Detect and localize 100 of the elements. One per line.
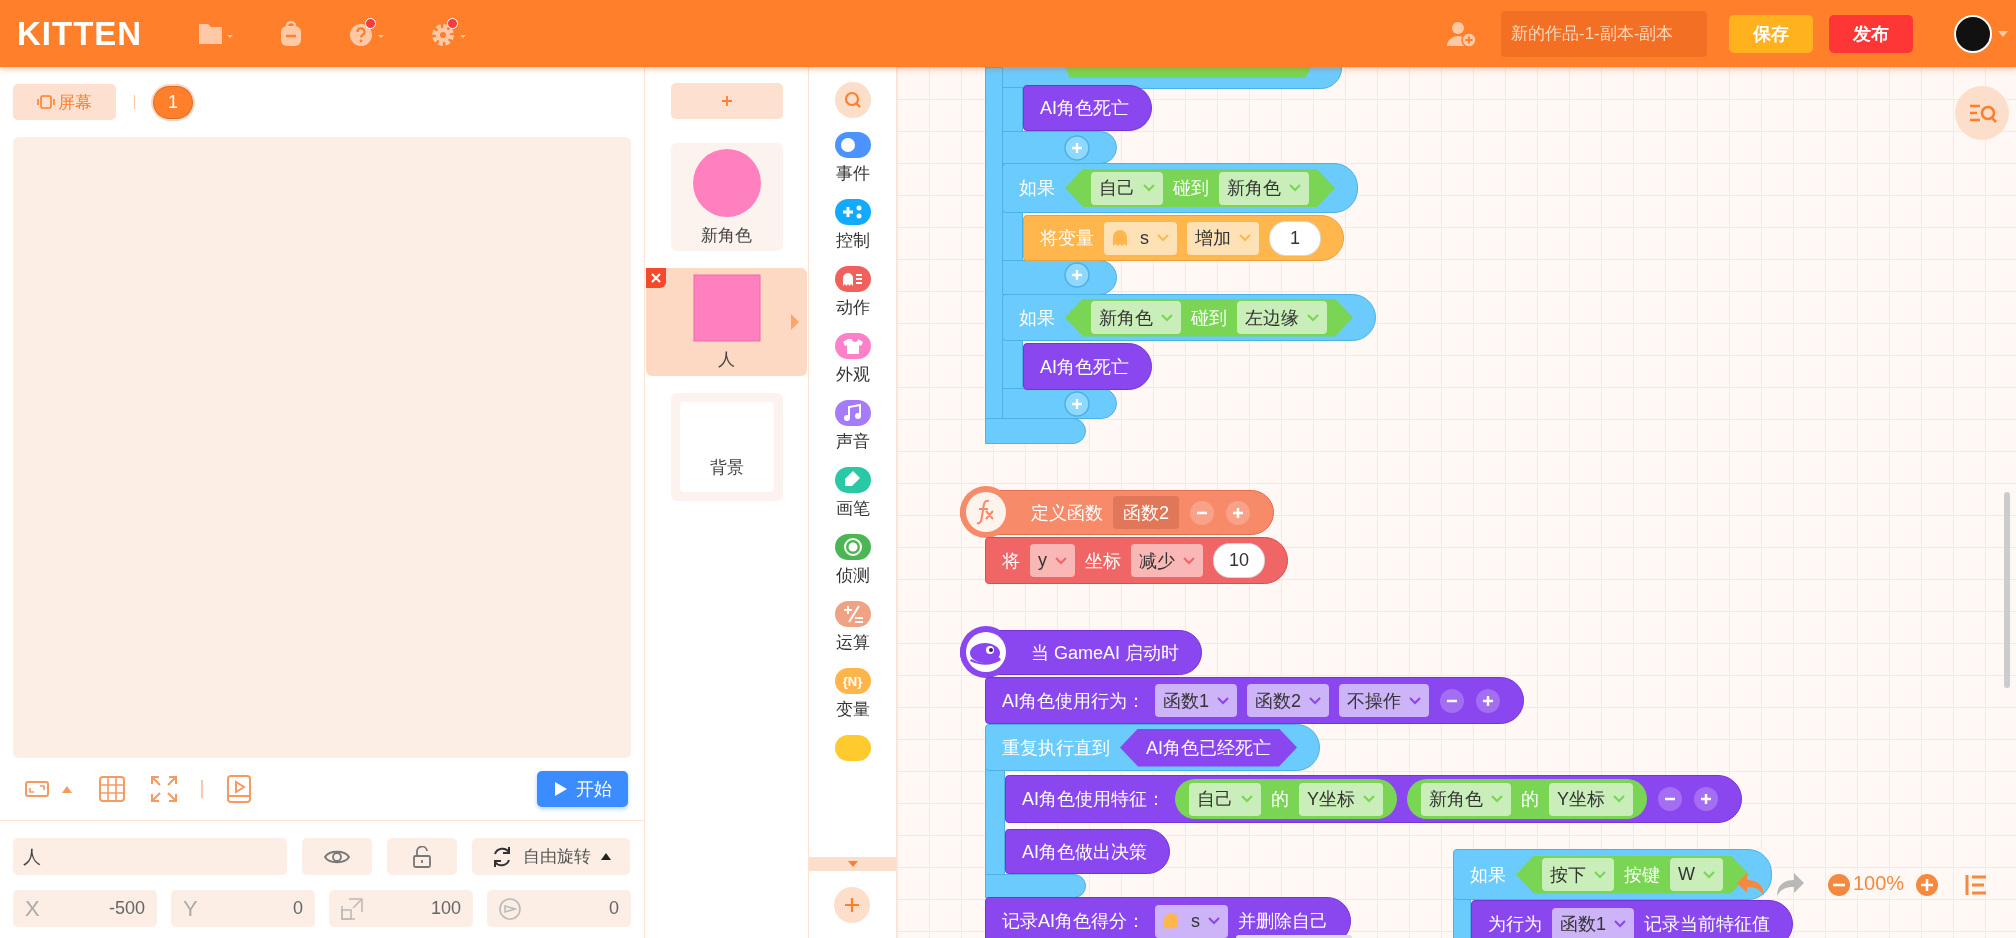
block-dropdown[interactable]: 减少 [1131, 544, 1203, 577]
list-icon[interactable] [834, 735, 871, 761]
block-dropdown[interactable]: 自己 [1189, 782, 1261, 816]
y-field[interactable]: Y 0 [171, 890, 315, 927]
remove-icon[interactable] [1439, 687, 1466, 714]
search-list-icon[interactable] [1954, 85, 2010, 141]
lock-button[interactable] [387, 838, 457, 875]
ai-block[interactable]: AI角色死亡 [1023, 85, 1152, 131]
ghost-icon[interactable] [834, 266, 871, 292]
variable-block[interactable]: 将变量 s 增加 1 [1023, 215, 1344, 261]
search-icon[interactable] [834, 82, 871, 118]
add-extension-icon[interactable] [834, 887, 870, 923]
scroll-down-button[interactable] [809, 857, 896, 871]
reporter-block[interactable]: 新角色 的 Y坐标 [1407, 779, 1648, 819]
sprite-card[interactable]: 人 [646, 268, 807, 376]
zoom-out-icon[interactable] [1827, 873, 1851, 897]
delete-icon[interactable] [646, 268, 666, 288]
category-label[interactable]: 控制 [835, 229, 870, 252]
target-icon[interactable] [834, 534, 871, 560]
add-icon[interactable] [1475, 687, 1502, 714]
block-dropdown[interactable]: 函数2 [1247, 684, 1330, 717]
block-dropdown[interactable]: 按下 [1542, 858, 1614, 891]
add-icon[interactable] [1693, 786, 1720, 812]
block-dropdown[interactable]: 新角色 [1421, 782, 1512, 816]
sprite-card[interactable]: 新角色 [670, 143, 783, 251]
block-dropdown[interactable]: 不操作 [1339, 684, 1430, 717]
direction-field[interactable]: 0 [487, 890, 631, 927]
reporter-block[interactable]: 自己 的 Y坐标 [1175, 779, 1398, 819]
condition-block[interactable]: 自己 碰到 新角色 [1065, 169, 1335, 207]
phone-play-icon[interactable] [227, 775, 251, 803]
aspect-ratio-icon[interactable] [25, 780, 49, 798]
pen-icon[interactable] [834, 467, 871, 493]
category-label[interactable]: 事件 [835, 162, 870, 185]
control-block[interactable]: 如果 自己 碰到 新角色 [1002, 163, 1358, 213]
shirt-icon[interactable] [834, 333, 871, 359]
caret-icon[interactable] [1998, 30, 2008, 37]
add-user-icon[interactable] [1447, 19, 1477, 48]
publish-button[interactable]: 发布 [1829, 14, 1913, 53]
block-dropdown[interactable]: 自己 [1091, 171, 1163, 205]
ai-block[interactable]: AI角色死亡 [1023, 343, 1152, 390]
grid-icon[interactable] [99, 776, 125, 802]
music-note-icon[interactable] [834, 400, 871, 426]
background-card[interactable]: 背景 [670, 393, 783, 501]
visibility-button[interactable] [302, 838, 372, 875]
ai-block[interactable]: 为行为 函数1 记录当前特征值 [1471, 900, 1793, 938]
variable-dropdown[interactable]: s [1104, 221, 1177, 255]
ai-block[interactable]: AI角色使用行为： 函数1 函数2 不操作 [985, 677, 1525, 724]
math-icon[interactable] [834, 601, 871, 627]
x-field[interactable]: X -500 [13, 890, 157, 927]
block-dropdown[interactable]: 新角色 [1091, 301, 1181, 334]
caret-icon [1614, 920, 1626, 928]
category-label[interactable]: 动作 [835, 296, 870, 319]
zoom-in-icon[interactable] [1915, 873, 1939, 897]
user-avatar[interactable] [1954, 14, 1992, 53]
ai-block[interactable]: AI角色使用特征： 自己 的 Y坐标 新角色 的 Y坐标 [1005, 775, 1743, 823]
toggle-icon[interactable] [834, 132, 871, 158]
block-dropdown[interactable]: Y坐标 [1549, 782, 1634, 816]
category-label[interactable]: 侦测 [835, 564, 870, 587]
category-label[interactable]: 变量 [835, 698, 870, 721]
condition-block[interactable]: AI角色已经死亡 [1120, 728, 1297, 767]
gamepad-icon[interactable] [834, 199, 871, 225]
block-dropdown[interactable]: Y坐标 [1299, 782, 1384, 816]
sprite-thumbnail [691, 147, 762, 218]
condition-block[interactable]: 按下 按键 W [1516, 855, 1749, 894]
caret-icon [1055, 556, 1067, 565]
add-block-icon[interactable] [1063, 134, 1091, 162]
control-block[interactable]: 如果 新角色 碰到 左边缘 [1002, 294, 1376, 341]
control-block[interactable]: 如果 按下 按键 W [1453, 849, 1772, 900]
control-block[interactable]: 重复执行直到 AI角色已经死亡 [985, 724, 1320, 771]
sprite-name-field[interactable]: 人 [13, 838, 287, 875]
vertical-scrollbar[interactable] [2004, 492, 2010, 688]
condition-block[interactable]: 新角色 碰到 左边缘 [1065, 298, 1353, 337]
number-input[interactable]: 1 [1269, 220, 1321, 256]
remove-icon[interactable] [1189, 499, 1215, 526]
block-dropdown[interactable]: 新角色 [1219, 171, 1309, 205]
arrow-icon[interactable] [791, 314, 799, 330]
block-dropdown[interactable]: 函数1 [1552, 907, 1634, 938]
motion-block[interactable]: 将 y 坐标 减少 10 [985, 537, 1288, 584]
block-dropdown[interactable]: 函数1 [1155, 684, 1238, 717]
ai-block[interactable]: AI角色做出决策 [1005, 829, 1170, 874]
category-label[interactable]: 声音 [835, 430, 870, 453]
variable-dropdown[interactable]: s [1155, 904, 1228, 938]
caret-icon[interactable] [62, 785, 72, 793]
ai-block[interactable]: 记录AI角色得分： s 并删除自己 [985, 897, 1351, 938]
add-block-icon[interactable] [1063, 390, 1091, 418]
align-icon[interactable] [1965, 875, 1987, 895]
rotation-mode-dropdown[interactable]: 自由旋转 [472, 838, 630, 875]
remove-icon[interactable] [1657, 786, 1684, 812]
category-label[interactable]: 画笔 [835, 497, 870, 520]
number-input[interactable]: 10 [1213, 543, 1265, 578]
block-dropdown[interactable]: 增加 [1187, 221, 1259, 255]
category-label[interactable]: 外观 [835, 363, 870, 386]
category-label[interactable]: 运算 [835, 631, 870, 654]
block-dropdown[interactable]: y [1030, 544, 1075, 577]
size-field[interactable]: 100 [329, 890, 473, 927]
add-icon[interactable] [1225, 499, 1251, 526]
add-block-icon[interactable] [1063, 261, 1091, 289]
fullscreen-icon[interactable] [151, 776, 177, 802]
block-dropdown[interactable]: 左边缘 [1237, 301, 1327, 334]
block-dropdown[interactable]: W [1670, 858, 1723, 891]
